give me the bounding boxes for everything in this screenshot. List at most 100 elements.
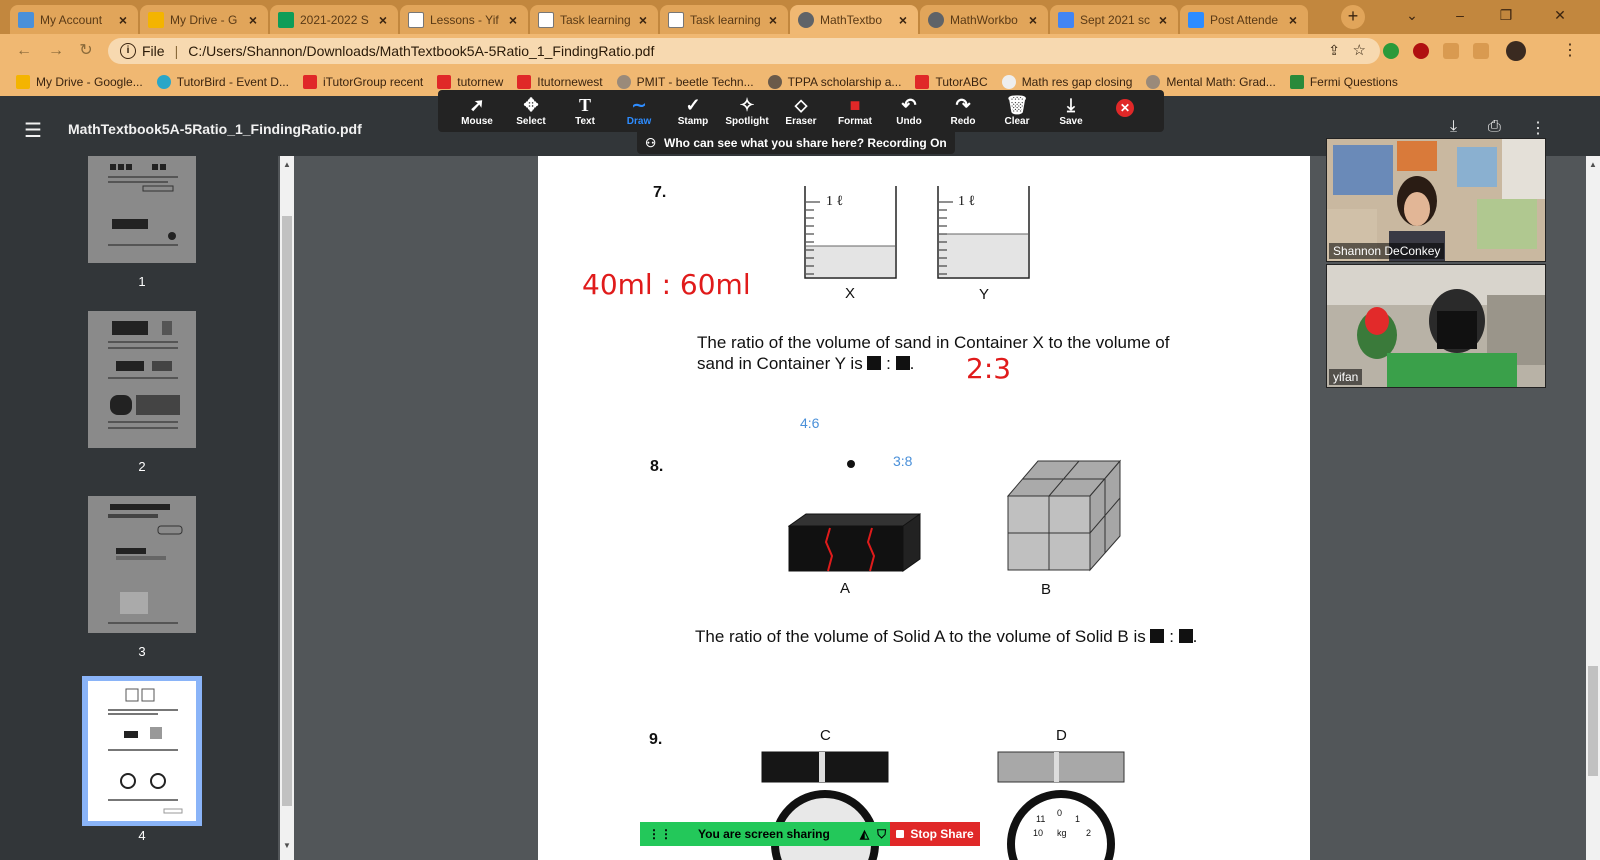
bookmark-star-icon[interactable]: ☆ xyxy=(1353,41,1366,59)
info-icon[interactable]: i xyxy=(120,43,136,59)
tab-post-attendee[interactable]: Post Attende × xyxy=(1180,5,1308,34)
bookmark-item[interactable]: TutorBird - Event D... xyxy=(156,75,289,89)
close-icon[interactable]: × xyxy=(1026,12,1040,28)
scrollbar-thumb[interactable] xyxy=(282,216,292,806)
page-thumbnail[interactable] xyxy=(88,311,196,448)
answer-box xyxy=(895,356,910,370)
tab-my-drive[interactable]: My Drive - G × xyxy=(140,5,268,34)
bookmark-item[interactable]: TutorABC xyxy=(915,75,988,89)
close-icon[interactable]: × xyxy=(246,12,260,28)
ublock-icon[interactable] xyxy=(1413,43,1429,59)
question-8-text: The ratio of the volume of Solid A to th… xyxy=(695,627,1198,646)
stamp-tool-button[interactable]: ✓ Stamp xyxy=(666,95,720,127)
tab-task-learning-1[interactable]: Task learning × xyxy=(530,5,658,34)
close-icon[interactable]: × xyxy=(506,12,520,28)
color-swatch-icon: ■ xyxy=(849,95,861,115)
close-icon[interactable]: × xyxy=(1156,12,1170,28)
bookmark-item[interactable]: My Drive - Google... xyxy=(16,75,143,89)
sharing-status[interactable]: ⋮⋮ You are screen sharing ◭ ⛉ xyxy=(640,822,890,846)
scroll-down-arrow-icon[interactable]: ▼ xyxy=(283,841,291,850)
tab-mathtextbook-active[interactable]: MathTextbo × xyxy=(790,5,918,34)
close-icon[interactable]: × xyxy=(766,12,780,28)
item-d-label: D xyxy=(1056,727,1067,744)
share-icon[interactable]: ⇪ xyxy=(1328,42,1340,59)
save-button[interactable]: ⤓ Save xyxy=(1044,95,1098,127)
close-icon[interactable]: × xyxy=(1286,12,1300,28)
page-thumbnail[interactable] xyxy=(88,156,196,263)
format-tool-button[interactable]: ■ Format xyxy=(828,95,882,127)
close-icon[interactable]: × xyxy=(116,12,130,28)
tab-2021-2022[interactable]: 2021-2022 S × xyxy=(270,5,398,34)
redo-button[interactable]: ↷ Redo xyxy=(936,95,990,127)
stop-share-button[interactable]: Stop Share xyxy=(890,822,980,846)
participant-video[interactable]: Shannon DeConkey xyxy=(1326,138,1546,262)
tab-task-learning-2[interactable]: Task learning × xyxy=(660,5,788,34)
select-tool-button[interactable]: ✥ Select xyxy=(504,95,558,127)
draw-tool-button[interactable]: ∼ Draw xyxy=(612,95,666,127)
question-number: 9. xyxy=(649,731,663,748)
scroll-up-arrow-icon[interactable]: ▲ xyxy=(1589,160,1597,169)
bookmark-label: TPPA scholarship a... xyxy=(787,75,902,89)
tab-sept-2021[interactable]: Sept 2021 sc × xyxy=(1050,5,1178,34)
text-tool-button[interactable]: T Text xyxy=(558,95,612,127)
forward-arrow-icon[interactable]: → xyxy=(46,41,66,61)
close-icon[interactable]: × xyxy=(896,12,910,28)
tab-lessons[interactable]: Lessons - Yif × xyxy=(400,5,528,34)
participant-video[interactable]: yifan xyxy=(1326,264,1546,388)
close-icon[interactable]: × xyxy=(636,12,650,28)
tab-my-account[interactable]: My Account × xyxy=(10,5,138,34)
tab-mathworkbook[interactable]: MathWorkbo × xyxy=(920,5,1048,34)
kebab-menu-icon[interactable]: ⋮ xyxy=(1560,41,1580,61)
scale-tick: 10 xyxy=(1033,828,1044,838)
page-thumbnail-current[interactable] xyxy=(88,681,196,821)
bookmark-item[interactable]: TPPA scholarship a... xyxy=(767,75,902,89)
bookmark-item[interactable]: Math res gap closing xyxy=(1001,75,1132,89)
tab-search-icon[interactable]: ⌄ xyxy=(1392,0,1432,30)
tppa-icon xyxy=(767,75,782,89)
mouse-tool-button[interactable]: ➚ Mouse xyxy=(450,95,504,127)
minimize-icon[interactable]: – xyxy=(1440,0,1480,30)
reload-icon[interactable]: ↻ xyxy=(76,41,96,61)
scale-unit: kg xyxy=(1057,828,1067,838)
bookmark-item[interactable]: PMIT - beetle Techn... xyxy=(616,75,754,89)
page-favicon-icon xyxy=(538,11,554,28)
scrollbar-thumb[interactable] xyxy=(1588,666,1598,776)
scroll-up-arrow-icon[interactable]: ▲ xyxy=(283,160,291,169)
profile-avatar[interactable] xyxy=(1506,41,1526,61)
extension-leaf-icon[interactable] xyxy=(1383,43,1399,59)
eraser-tool-button[interactable]: ⬦ Eraser xyxy=(774,95,828,127)
select-icon: ✥ xyxy=(523,95,539,115)
recording-notice[interactable]: ⚇ Who can see what you share here? Recor… xyxy=(637,132,955,154)
bookmark-item[interactable]: Itutornewest xyxy=(517,75,603,89)
container-x-label: X xyxy=(845,285,856,302)
back-arrow-icon[interactable]: ← xyxy=(14,41,34,61)
bookmark-item[interactable]: tutornew xyxy=(437,75,503,89)
sharing-status-text: You are screen sharing xyxy=(698,827,830,841)
extension-icon[interactable] xyxy=(1443,43,1459,59)
download-icon[interactable]: ⤓ xyxy=(1450,118,1457,136)
spotlight-tool-button[interactable]: ✧ Spotlight xyxy=(720,95,774,127)
page-scrollbar[interactable]: ▲ xyxy=(1586,156,1600,860)
drive-favicon-icon xyxy=(148,11,164,28)
restore-icon[interactable]: ❐ xyxy=(1486,0,1526,30)
scale-tick: 11 xyxy=(1036,814,1046,824)
bookmark-item[interactable]: Fermi Questions xyxy=(1289,75,1398,89)
close-icon[interactable]: × xyxy=(376,12,390,28)
more-options-icon[interactable]: ⋮ xyxy=(1530,118,1546,138)
bookmark-item[interactable]: iTutorGroup recent xyxy=(302,75,423,89)
new-tab-button[interactable]: + xyxy=(1341,5,1365,29)
drag-handle-icon[interactable]: ⋮⋮ xyxy=(648,827,672,841)
puzzle-icon[interactable] xyxy=(1473,43,1489,59)
close-annotation-icon[interactable]: ✕ xyxy=(1116,99,1134,117)
bookmark-item[interactable]: Mental Math: Grad... xyxy=(1146,75,1276,89)
sidebar-scrollbar[interactable]: ▲ ▼ xyxy=(280,156,294,860)
trash-icon: 🗑 xyxy=(1005,95,1029,115)
print-icon[interactable]: ⎙ xyxy=(1488,118,1501,136)
hamburger-menu-icon[interactable]: ☰ xyxy=(24,118,42,143)
solids-figure xyxy=(788,459,1122,572)
clear-button[interactable]: 🗑 Clear xyxy=(990,95,1044,127)
address-bar[interactable]: i File | C:/Users/Shannon/Downloads/Math… xyxy=(108,38,1380,64)
undo-button[interactable]: ↶ Undo xyxy=(882,95,936,127)
page-thumbnail[interactable] xyxy=(88,496,196,633)
window-close-icon[interactable]: ✕ xyxy=(1540,0,1580,30)
